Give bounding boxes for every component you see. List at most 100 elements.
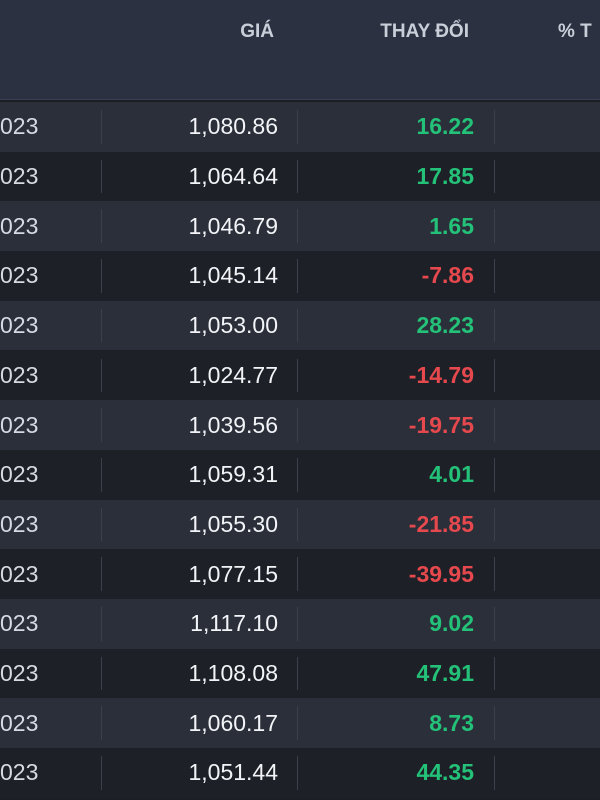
change-cell: 16.22	[416, 113, 474, 140]
table-row[interactable]: 023 1,046.79 1.65	[0, 201, 600, 252]
table-row[interactable]: 023 1,024.77 -14.79	[0, 350, 600, 401]
price-cell: 1,059.31	[188, 461, 278, 488]
column-header-price[interactable]: GIÁ	[240, 20, 274, 44]
column-divider	[297, 110, 298, 144]
table-row[interactable]: 023 1,080.86 16.22	[0, 102, 600, 152]
date-cell: 023	[0, 312, 39, 339]
price-cell: 1,117.10	[190, 610, 278, 637]
column-divider	[494, 159, 495, 194]
column-divider	[494, 706, 495, 741]
column-divider	[101, 408, 102, 442]
column-divider	[494, 110, 495, 144]
price-cell: 1,108.08	[188, 660, 278, 687]
change-cell: 4.01	[429, 461, 474, 488]
table-row[interactable]: 023 1,064.64 17.85	[0, 151, 600, 202]
column-divider	[101, 209, 102, 244]
column-divider	[101, 259, 102, 293]
change-cell: 47.91	[416, 660, 474, 687]
table-row[interactable]: 023 1,117.10 9.02	[0, 599, 600, 649]
table-row[interactable]: 023 1,045.14 -7.86	[0, 251, 600, 301]
column-divider	[101, 308, 102, 343]
price-cell: 1,060.17	[188, 709, 278, 736]
date-cell: 023	[0, 709, 39, 736]
column-divider	[101, 457, 102, 492]
change-cell: 28.23	[416, 312, 474, 339]
column-divider	[494, 358, 495, 393]
table-header: GIÁ THAY ĐỔI % T	[0, 0, 600, 100]
date-cell: 023	[0, 461, 39, 488]
column-divider	[297, 457, 298, 492]
column-divider	[101, 756, 102, 790]
date-cell: 023	[0, 212, 39, 239]
column-divider	[297, 656, 298, 691]
change-cell: -21.85	[408, 510, 474, 537]
column-divider	[494, 308, 495, 343]
date-cell: 023	[0, 113, 39, 140]
column-divider	[101, 110, 102, 144]
column-divider	[297, 408, 298, 442]
date-cell: 023	[0, 361, 39, 388]
column-header-percent-change[interactable]: % T	[558, 20, 592, 44]
date-cell: 023	[0, 510, 39, 537]
price-history-table: GIÁ THAY ĐỔI % T 023 1,080.86 16.22 023 1,06…	[0, 0, 600, 800]
date-cell: 023	[0, 411, 39, 438]
column-divider	[494, 209, 495, 244]
change-cell: 8.73	[429, 709, 474, 736]
column-divider	[494, 656, 495, 691]
price-cell: 1,024.77	[188, 361, 278, 388]
column-divider	[494, 607, 495, 641]
change-cell: 9.02	[429, 610, 474, 637]
date-cell: 023	[0, 610, 39, 637]
column-divider	[101, 159, 102, 194]
price-cell: 1,080.86	[188, 113, 278, 140]
column-divider	[101, 507, 102, 542]
column-divider	[494, 408, 495, 442]
column-divider	[297, 756, 298, 790]
date-cell: 023	[0, 262, 39, 289]
price-cell: 1,053.00	[188, 312, 278, 339]
date-cell: 023	[0, 163, 39, 190]
price-cell: 1,039.56	[188, 411, 278, 438]
table-row[interactable]: 023 1,051.44 44.35	[0, 748, 600, 798]
price-cell: 1,046.79	[188, 212, 278, 239]
column-divider	[297, 358, 298, 393]
date-cell: 023	[0, 759, 39, 786]
change-cell: -19.75	[408, 411, 474, 438]
change-cell: -39.95	[408, 560, 474, 587]
column-divider	[101, 706, 102, 741]
column-divider	[494, 507, 495, 542]
table-row[interactable]: 023 1,059.31 4.01	[0, 449, 600, 500]
change-cell: 17.85	[416, 163, 474, 190]
price-cell: 1,077.15	[188, 560, 278, 587]
column-divider	[101, 557, 102, 591]
column-divider	[494, 457, 495, 492]
table-row[interactable]: 023 1,077.15 -39.95	[0, 549, 600, 599]
price-cell: 1,055.30	[188, 510, 278, 537]
table-row[interactable]: 023 1,039.56 -19.75	[0, 400, 600, 450]
table-row[interactable]: 023 1,108.08 47.91	[0, 648, 600, 699]
column-divider	[297, 557, 298, 591]
column-divider	[494, 259, 495, 293]
column-divider	[101, 358, 102, 393]
change-cell: -7.86	[421, 262, 474, 289]
change-cell: -14.79	[408, 361, 474, 388]
column-divider	[494, 756, 495, 790]
column-divider	[297, 706, 298, 741]
change-cell: 44.35	[416, 759, 474, 786]
column-divider	[101, 607, 102, 641]
price-cell: 1,064.64	[188, 163, 278, 190]
table-row[interactable]: 023 1,060.17 8.73	[0, 698, 600, 749]
table-row[interactable]: 023 1,055.30 -21.85	[0, 499, 600, 550]
column-divider	[297, 209, 298, 244]
column-divider	[297, 159, 298, 194]
table-row[interactable]: 023 1,053.00 28.23	[0, 300, 600, 351]
column-divider	[297, 507, 298, 542]
column-divider	[297, 607, 298, 641]
price-cell: 1,045.14	[188, 262, 278, 289]
column-header-change[interactable]: THAY ĐỔI	[380, 20, 469, 44]
column-divider	[297, 259, 298, 293]
column-divider	[297, 308, 298, 343]
date-cell: 023	[0, 660, 39, 687]
date-cell: 023	[0, 560, 39, 587]
price-cell: 1,051.44	[188, 759, 278, 786]
